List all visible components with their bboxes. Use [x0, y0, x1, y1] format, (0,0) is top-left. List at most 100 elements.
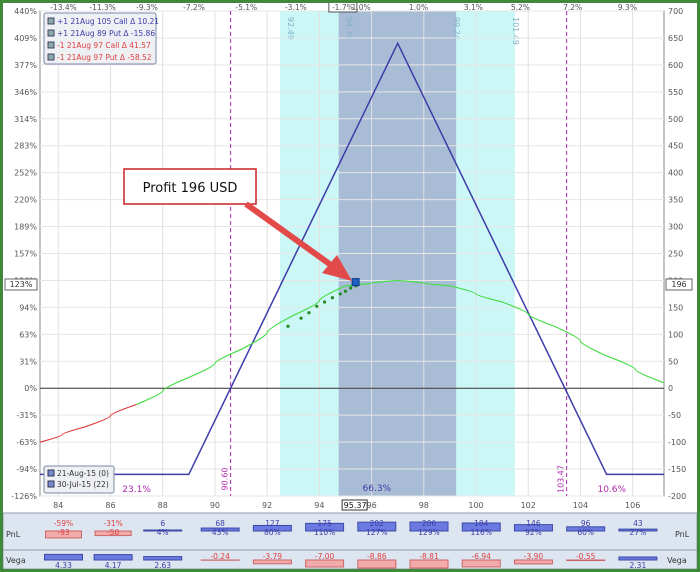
y-left-tick-label: 283%: [14, 142, 37, 151]
y-right-tick-label: -50: [668, 411, 681, 420]
y-left-tick-label: 189%: [14, 223, 37, 232]
history-point: [330, 296, 335, 300]
pnl-percent: 60%: [577, 528, 594, 537]
vega-bar: [409, 559, 449, 569]
pnl-percent: 116%: [471, 528, 492, 537]
y-left-tick-label: 94%: [19, 303, 37, 312]
pnl-value: 96: [581, 519, 591, 528]
pnl-percent: -50: [107, 528, 119, 537]
vega-row-label: Vega: [667, 556, 687, 565]
current-position-marker: [351, 278, 360, 287]
history-point: [286, 324, 290, 328]
pnl-percent: 129%: [418, 528, 439, 537]
top-percent-label: -11.3%: [89, 3, 116, 12]
pnl-value: -31%: [103, 519, 122, 528]
options-payoff-chart[interactable]: 92.49 101.49 94.74 99.24 90.60 103.47 23.1% 66.…: [3, 3, 697, 569]
history-point: [349, 286, 353, 290]
pnl-value: 175: [317, 519, 332, 528]
pnl-percent: -93: [57, 528, 69, 537]
history-point: [315, 304, 319, 308]
legend-series-label: 21-Aug-15 (0): [57, 469, 109, 478]
y-right-tick-label: 450: [668, 142, 683, 151]
vega-value: -7.00: [315, 552, 335, 561]
y-right-tick-label: 500: [668, 115, 683, 124]
y-right-tick-label: 650: [668, 34, 683, 43]
top-percent-label: 1.0%: [352, 3, 371, 12]
pnl-value: 146: [526, 519, 541, 528]
vega-value: -3.90: [524, 552, 544, 561]
pnl-percent: 92%: [525, 528, 542, 537]
y-left-tick-label: 63%: [19, 330, 37, 339]
pnl-value: 6: [160, 519, 165, 528]
vega-bar: [357, 559, 397, 569]
pnl-value: 43: [633, 519, 643, 528]
y-left-tick-label: 346%: [14, 88, 37, 97]
vega-value: -0.55: [576, 552, 596, 561]
history-point: [338, 292, 342, 296]
y-right-tick-label: 550: [668, 88, 683, 97]
history-point: [322, 300, 327, 304]
history-point: [299, 316, 303, 320]
y-right-tick-label: 250: [668, 250, 683, 259]
band-label: 94.74: [345, 17, 354, 40]
legend-entry: +1 21Aug 105 Call Δ 10.21: [57, 17, 159, 26]
y-left-tick-label: 377%: [14, 61, 37, 70]
top-percent-label: 5.2%: [511, 3, 530, 12]
y-left-tick-label: 440%: [14, 7, 37, 16]
legend-checkbox-icon[interactable]: [47, 469, 55, 477]
y-right-tick-label: 100: [668, 330, 683, 339]
chart-frame: 92.49 101.49 94.74 99.24 90.60 103.47 23.1% 66.…: [0, 0, 700, 572]
band-label: 92.49: [286, 17, 295, 40]
x-tick-label: 102: [521, 501, 536, 510]
breakeven-label: 90.60: [221, 468, 230, 491]
pnl-percent: 43%: [212, 528, 229, 537]
y-right-tick-label: 50: [668, 357, 678, 366]
probability-label: 10.6%: [597, 485, 626, 495]
y-right-tick-label: -100: [668, 438, 686, 447]
top-percent-label: -3.1%: [285, 3, 307, 12]
breakeven-label: 103.47: [557, 465, 566, 493]
y-right-tick-label: 600: [668, 61, 683, 70]
x-tick-label: 98: [419, 501, 429, 510]
pnl-percent: 27%: [630, 528, 647, 537]
y-right-tick-label: 300: [668, 223, 683, 232]
y-right-tick-label: -200: [668, 492, 686, 501]
y-left-tick-label: -31%: [16, 411, 37, 420]
pnl-value: 68: [215, 519, 225, 528]
band-label: 101.49: [511, 17, 520, 45]
vega-bar: [461, 559, 501, 568]
vega-value: -6.94: [472, 552, 492, 561]
vega-value: 2.63: [154, 561, 171, 569]
vega-value: 4.33: [55, 561, 72, 569]
legend-checkbox-icon[interactable]: [47, 53, 55, 61]
x-tick-label: 84: [53, 501, 63, 510]
top-percent-label: -7.2%: [183, 3, 205, 12]
y-left-tick-label: 157%: [14, 250, 37, 259]
x-tick-label: 92: [262, 501, 272, 510]
vega-value: -8.81: [419, 552, 439, 561]
legend-checkbox-icon[interactable]: [47, 29, 55, 37]
legend-checkbox-icon[interactable]: [47, 41, 55, 49]
y-right-tick-label: 700: [668, 7, 683, 16]
x-tick-label: 106: [625, 501, 640, 510]
top-percent-label: 9.3%: [618, 3, 637, 12]
legend-checkbox-icon[interactable]: [47, 480, 55, 488]
x-tick-label: 90: [210, 501, 220, 510]
y-left-marker: 123%: [10, 280, 33, 289]
pnl-value: 127: [265, 519, 280, 528]
top-percent-label: 3.1%: [464, 3, 483, 12]
pnl-row-label: PnL: [675, 530, 690, 539]
legend-entry: -1 21Aug 97 Put Δ -58.52: [57, 53, 152, 62]
x-tick-label: 88: [158, 501, 168, 510]
vega-bar: [93, 554, 133, 561]
pnl-row-label: PnL: [6, 530, 21, 539]
pnl-value: 202: [370, 519, 385, 528]
vega-value: 2.31: [630, 561, 647, 569]
pnl-percent: 80%: [264, 528, 281, 537]
legend-checkbox-icon[interactable]: [47, 17, 55, 25]
vega-row-label: Vega: [6, 556, 26, 565]
y-left-tick-label: 409%: [14, 34, 37, 43]
band-label: 99.24: [452, 17, 461, 40]
top-percent-label: -5.1%: [235, 3, 257, 12]
top-percent-label: -9.3%: [136, 3, 158, 12]
